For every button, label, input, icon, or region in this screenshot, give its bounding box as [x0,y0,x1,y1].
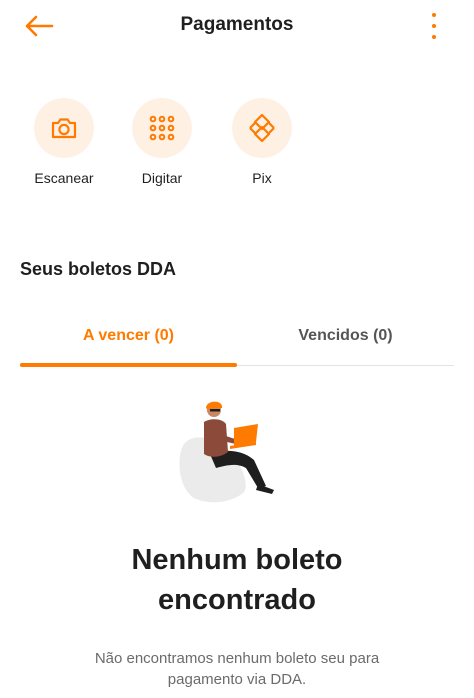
app-header: Pagamentos [0,0,474,52]
tab-overdue[interactable]: Vencidos (0) [237,316,454,365]
empty-state-description: Não encontramos nenhum boleto seu para p… [0,648,474,690]
dda-tabs: A vencer (0) Vencidos (0) [20,316,454,367]
pix-action-button[interactable]: Pix [214,98,310,186]
active-tab-indicator [20,363,237,367]
keypad-icon [149,115,175,141]
camera-icon [51,118,77,139]
empty-state-description-line1: Não encontramos nenhum boleto seu para [94,650,380,667]
type-code-action-label: Digitar [141,170,183,186]
empty-state-illustration [179,401,274,503]
dda-section-title: Seus boletos DDA [20,259,177,279]
pix-icon [249,113,275,143]
empty-state-title-line2: encontrado [158,584,316,616]
more-vertical-icon [432,13,436,17]
scan-action-button[interactable]: Escanear [16,98,112,186]
more-options-button[interactable] [428,10,440,42]
empty-state-title-line1: Nenhum boleto [131,544,343,576]
empty-state-description-line2: pagamento via DDA. [167,671,307,688]
tab-overdue-label: Vencidos (0) [298,327,393,344]
page-title: Pagamentos [180,14,294,35]
empty-state-title: Nenhum boleto encontrado [0,540,474,620]
type-code-action-button[interactable]: Digitar [114,98,210,186]
tab-due[interactable]: A vencer (0) [20,316,237,367]
pix-action-label: Pix [252,170,272,186]
scan-action-label: Escanear [34,170,94,186]
tab-due-label: A vencer (0) [83,327,174,344]
